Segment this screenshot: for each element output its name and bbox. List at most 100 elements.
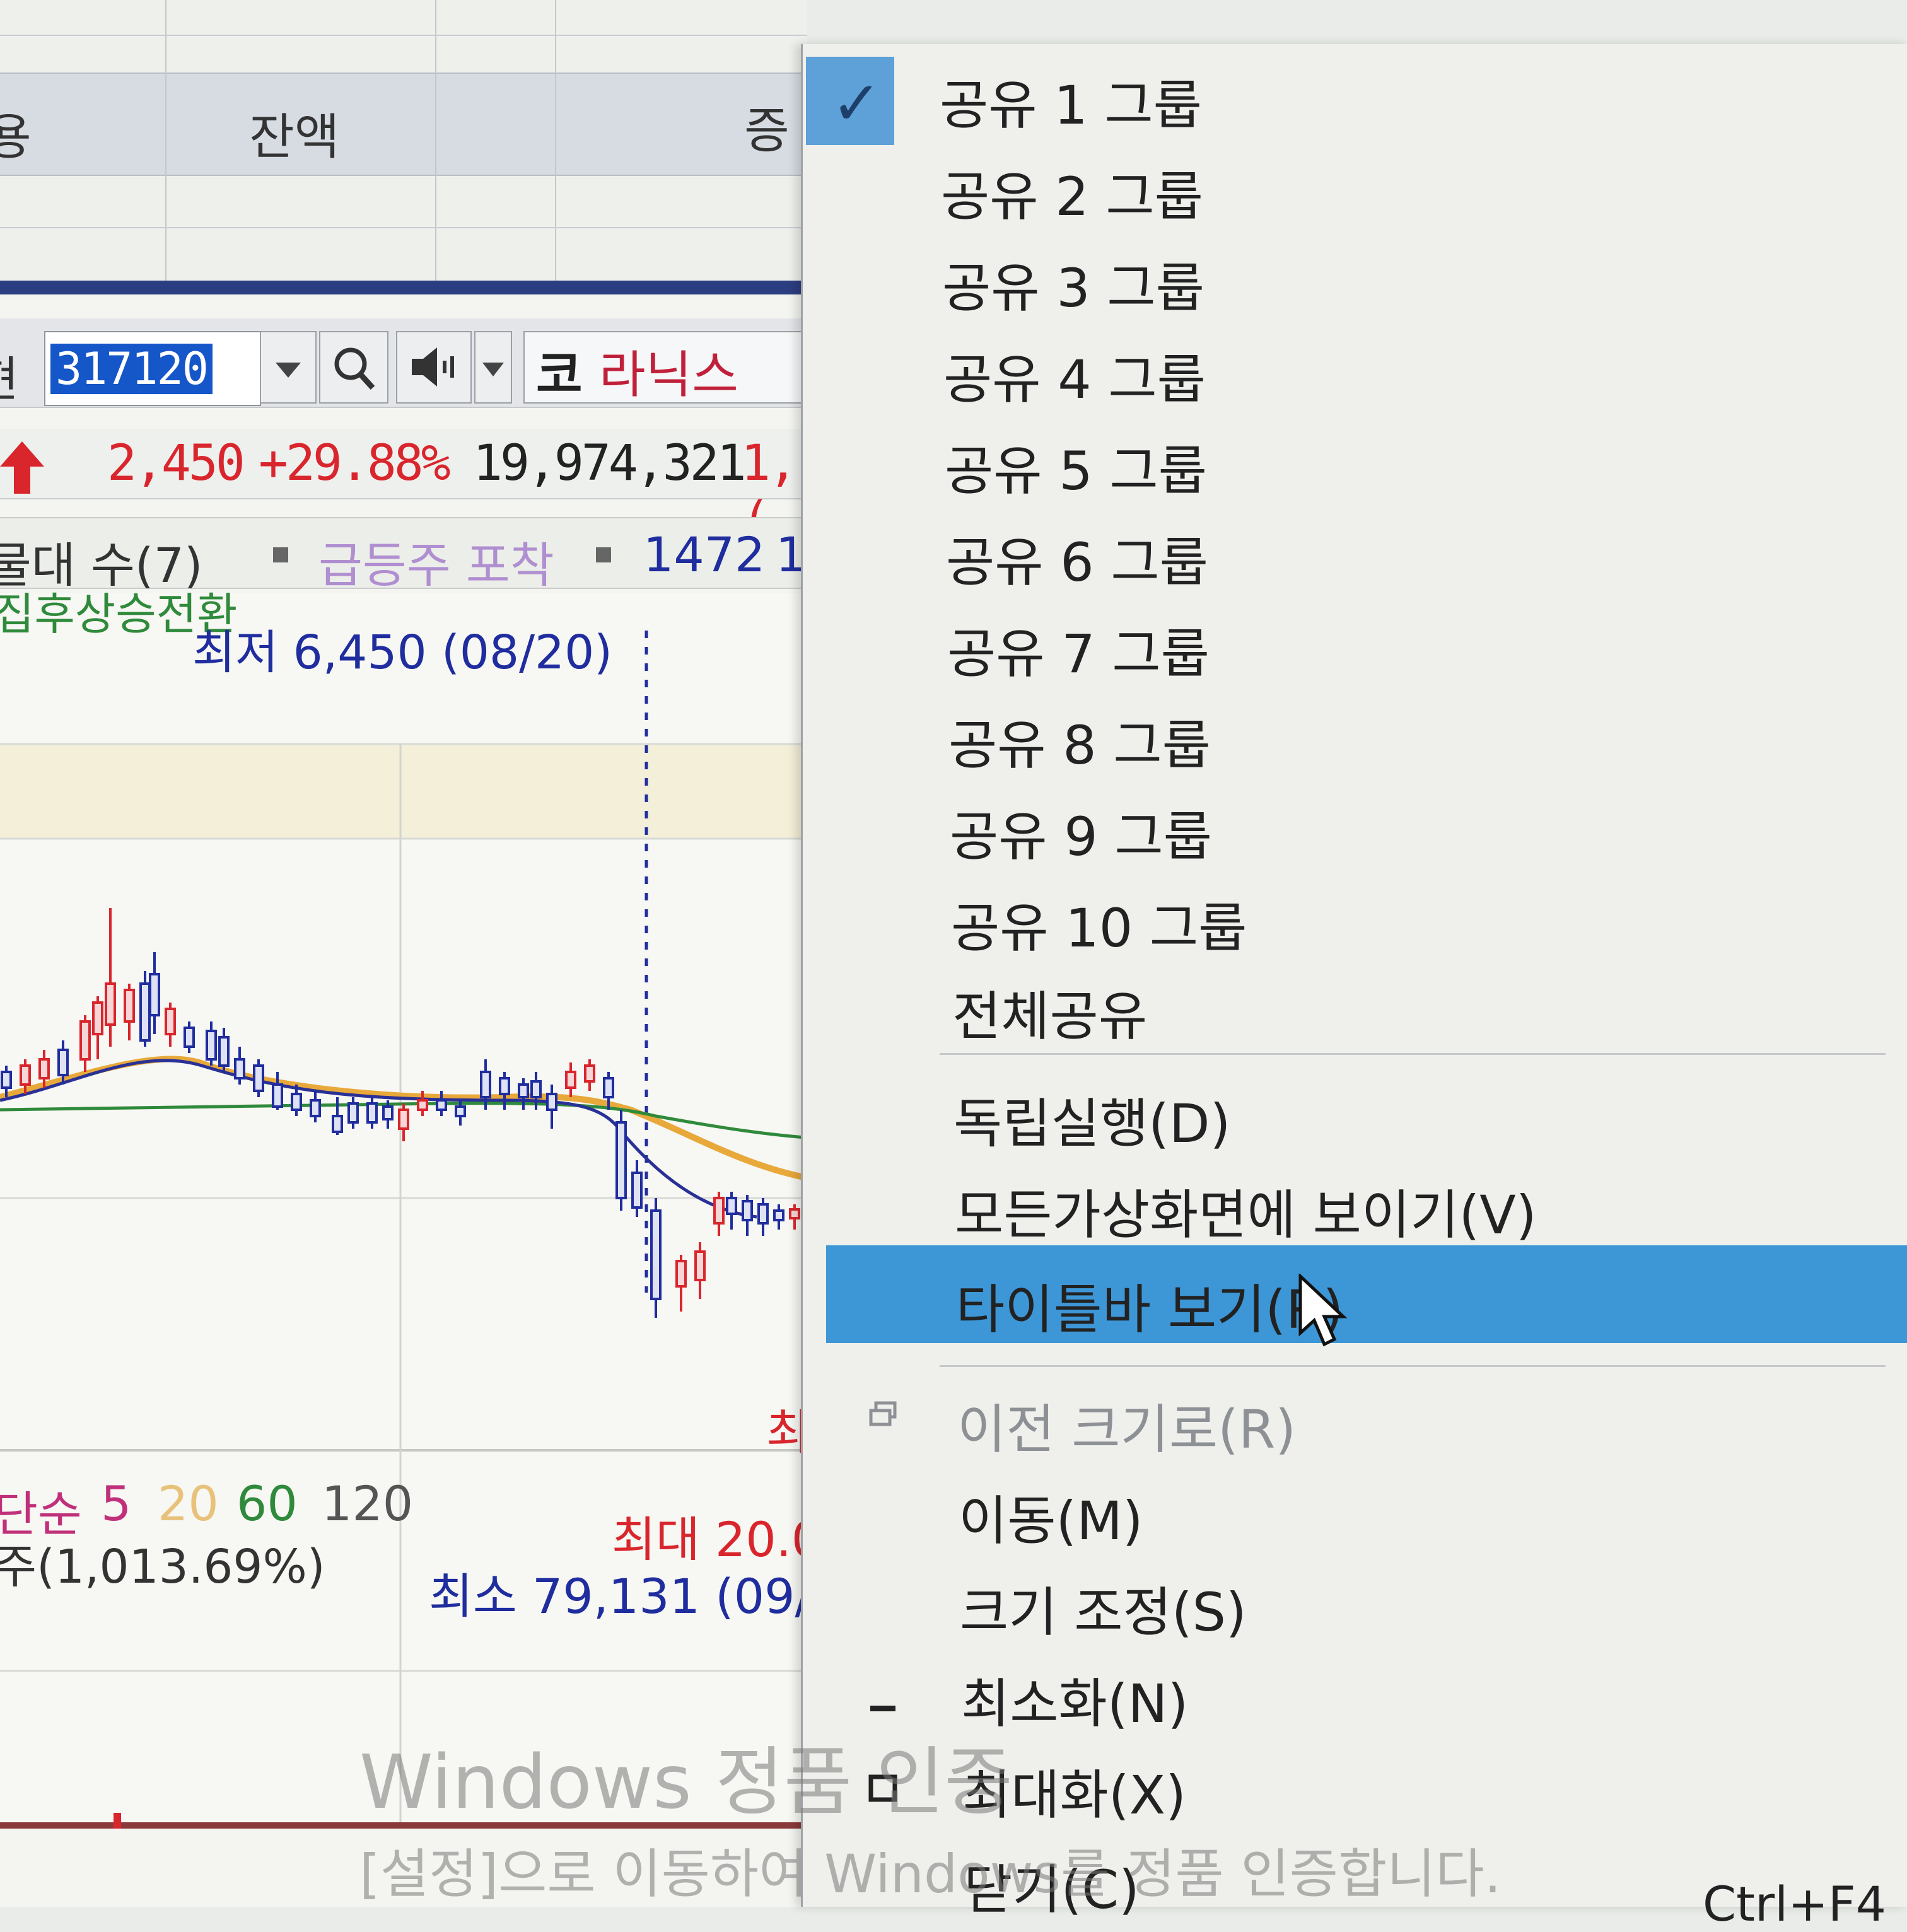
restore-icon xyxy=(869,1401,897,1426)
search-icon xyxy=(334,347,375,390)
price-change-percent: +29.88% xyxy=(259,435,451,492)
trade-volume: 19,974,321 xyxy=(473,435,747,492)
candle-body xyxy=(272,1083,283,1108)
menu-item-share-group-8[interactable]: 공유 8 그룹 xyxy=(948,703,1211,779)
candle-body xyxy=(124,989,135,1023)
sound-dropdown-button[interactable] xyxy=(474,331,512,404)
candle-body xyxy=(650,1209,662,1300)
candle-body xyxy=(105,982,116,1026)
activation-watermark-title: Windows 정품 인증 xyxy=(359,1738,1013,1825)
price-change: 2,450 xyxy=(107,435,245,492)
indicator-item-2[interactable]: 급등주 포착 xyxy=(318,527,554,596)
candle-body xyxy=(79,1020,91,1061)
checkmark-icon: ✓ xyxy=(831,68,882,139)
code-dropdown-button[interactable] xyxy=(260,331,317,404)
grid-header-balance: 잔액 xyxy=(249,109,340,166)
mouse-pointer-icon xyxy=(1298,1274,1348,1347)
min-volume-annotation: 최소 79,131 (09/0 xyxy=(429,1568,807,1624)
menu-item-share-group-3[interactable]: 공유 3 그룹 xyxy=(942,246,1204,322)
indicator-item-3[interactable]: 1472 xyxy=(643,527,765,583)
candle-body xyxy=(398,1109,409,1130)
balance-grid xyxy=(0,0,807,284)
trading-app-window: 용 잔액 증 현 317120 코 라닉스 2,450 +29.88% 19,9… xyxy=(0,0,807,1907)
grid-divider xyxy=(0,227,807,228)
stock-code-value[interactable]: 317120 xyxy=(50,344,213,394)
menu-item-show-all-desktops[interactable]: 모든가상화면에 보이기(V) xyxy=(955,1173,1537,1249)
grid-divider xyxy=(165,0,166,284)
indicator-square-icon xyxy=(596,547,611,562)
chart-band xyxy=(0,744,807,839)
menu-item-standalone[interactable]: 독립실행(D) xyxy=(954,1081,1230,1158)
ma120-label: 120 xyxy=(322,1475,414,1532)
chevron-down-icon xyxy=(276,363,301,378)
candle-body xyxy=(92,1001,103,1035)
candle-body xyxy=(57,1049,69,1076)
candle-body xyxy=(184,1027,195,1048)
candle-body xyxy=(139,982,151,1042)
toolbar-left-label: 현 xyxy=(0,340,19,410)
candle-body xyxy=(417,1099,428,1111)
candle-body xyxy=(38,1058,50,1079)
candle-body xyxy=(332,1115,343,1133)
candle-body xyxy=(789,1208,800,1219)
ma20-label: 20 xyxy=(158,1475,219,1532)
candle-body xyxy=(757,1203,769,1225)
candle-body xyxy=(675,1260,687,1288)
menu-item-share-group-7[interactable]: 공유 7 그룹 xyxy=(947,612,1210,688)
menu-item-move[interactable]: 이동(M) xyxy=(959,1479,1143,1555)
grid-divider xyxy=(555,0,556,284)
candle-body xyxy=(20,1064,31,1086)
candle-body xyxy=(165,1008,176,1035)
candle-body xyxy=(615,1121,627,1199)
grid-header-row xyxy=(0,73,807,176)
menu-item-share-group-2[interactable]: 공유 2 그룹 xyxy=(941,154,1203,231)
candle-body xyxy=(546,1093,557,1111)
candle-body xyxy=(1,1071,12,1089)
menu-item-share-group-4[interactable]: 공유 4 그룹 xyxy=(943,337,1206,414)
candle-body xyxy=(291,1093,302,1111)
grid-divider xyxy=(0,35,807,36)
candle-body xyxy=(149,973,160,1016)
activation-watermark-text: [설정]으로 이동하여 Windows를 정품 인증합니다. xyxy=(359,1843,1502,1905)
candle-body xyxy=(773,1209,784,1221)
minimize-icon xyxy=(870,1706,895,1711)
panel-title-bar xyxy=(0,281,807,294)
ma60-label: 60 xyxy=(236,1475,298,1532)
candle-body xyxy=(584,1064,595,1083)
sound-button[interactable] xyxy=(396,331,472,404)
menu-item-share-group-5[interactable]: 공유 5 그룹 xyxy=(945,429,1207,505)
indicator-square-icon xyxy=(273,547,288,562)
menu-item-share-group-9[interactable]: 공유 9 그룹 xyxy=(950,794,1212,871)
candle-body xyxy=(742,1200,753,1221)
candle-body xyxy=(603,1077,614,1098)
low-annotation: 최저 6,450 (08/20) xyxy=(192,626,613,680)
menu-item-resize[interactable]: 크기 조정(S) xyxy=(960,1570,1247,1646)
menu-item-restore: 이전 크기로(R) xyxy=(957,1399,1297,1460)
search-button[interactable] xyxy=(319,331,388,404)
candle-body xyxy=(347,1102,359,1124)
volume-label: 주(1,013.69%) xyxy=(0,1540,325,1594)
stock-name: 라닉스 xyxy=(599,346,738,404)
menu-item-share-all[interactable]: 전체공유 xyxy=(952,974,1147,1050)
candle-body xyxy=(518,1083,529,1098)
candle-body xyxy=(366,1102,378,1124)
menu-item-show-titlebar[interactable]: 타이틀바 보기(R) xyxy=(956,1267,1343,1344)
grid-header-right: 증 xyxy=(744,103,790,160)
candle-body xyxy=(565,1071,576,1089)
candle-body xyxy=(713,1197,725,1225)
menu-item-share-group-1[interactable]: 공유 1 그룹 xyxy=(940,63,1202,139)
menu-separator xyxy=(940,1053,1886,1055)
candlestick-chart xyxy=(0,631,807,1829)
candle-body xyxy=(234,1058,245,1079)
candle-body xyxy=(480,1071,491,1098)
candle-body xyxy=(310,1099,321,1117)
menu-item-share-group-10[interactable]: 공유 10 그룹 xyxy=(951,886,1247,962)
candle-body xyxy=(499,1077,510,1095)
menu-item-share-group-6[interactable]: 공유 6 그룹 xyxy=(946,520,1208,596)
market-prefix: 코 xyxy=(536,346,583,404)
arrow-up-icon xyxy=(0,441,44,494)
ma5-label: 5 xyxy=(101,1475,132,1532)
candle-body xyxy=(206,1030,217,1061)
ma5-line xyxy=(0,1059,757,1219)
close-shortcut: Ctrl+F4 xyxy=(1703,1876,1886,1932)
